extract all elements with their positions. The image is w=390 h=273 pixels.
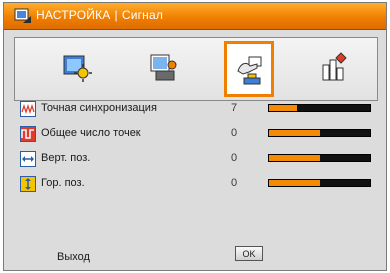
slider-fill bbox=[269, 155, 320, 161]
menu-title: НАСТРОЙКА | Сигнал bbox=[36, 8, 163, 22]
row-slider[interactable] bbox=[268, 179, 371, 187]
slider-fill bbox=[269, 130, 320, 136]
row-slider[interactable] bbox=[268, 154, 371, 162]
title-bar: НАСТРОЙКА | Сигнал bbox=[4, 3, 386, 30]
row-label: Гор. поз. bbox=[41, 177, 85, 189]
row-v-position[interactable]: Гор. поз. 0 bbox=[20, 176, 380, 192]
row-value: 0 bbox=[231, 177, 238, 189]
ok-button[interactable]: OK bbox=[235, 246, 263, 261]
row-value: 0 bbox=[231, 127, 238, 139]
row-label: Верт. поз. bbox=[41, 152, 91, 164]
slider-fill bbox=[269, 105, 298, 111]
row-label: Общее число точек bbox=[41, 127, 141, 139]
tab-options[interactable] bbox=[312, 42, 358, 96]
tab-setup[interactable] bbox=[224, 41, 274, 97]
menu-tabs bbox=[14, 37, 378, 101]
setup-hand-icon bbox=[237, 56, 262, 85]
osd-menu: НАСТРОЙКА | Сигнал Точная синхронизация … bbox=[3, 2, 387, 271]
row-phase[interactable]: Точная синхронизация 7 bbox=[20, 101, 380, 117]
options-icon bbox=[322, 52, 347, 81]
display-settings-icon bbox=[150, 54, 177, 81]
tab-display[interactable] bbox=[140, 42, 186, 96]
row-value: 7 bbox=[231, 102, 238, 114]
row-clock[interactable]: Общее число точек 0 bbox=[20, 126, 380, 142]
title-separator: | bbox=[114, 8, 118, 22]
menu-title-main: НАСТРОЙКА bbox=[36, 8, 111, 22]
row-h-position[interactable]: Верт. поз. 0 bbox=[20, 151, 380, 167]
row-value: 0 bbox=[231, 152, 238, 164]
row-slider[interactable] bbox=[268, 104, 371, 112]
tab-image[interactable] bbox=[54, 42, 100, 96]
setup-menu-icon bbox=[14, 8, 31, 23]
phase-icon bbox=[20, 101, 36, 117]
clock-icon bbox=[20, 126, 36, 142]
row-label: Точная синхронизация bbox=[41, 102, 157, 114]
horizontal-position-icon bbox=[20, 151, 36, 167]
vertical-position-icon bbox=[20, 176, 36, 192]
row-slider[interactable] bbox=[268, 129, 371, 137]
menu-title-sub: Сигнал bbox=[121, 8, 164, 22]
image-settings-icon bbox=[63, 55, 92, 82]
exit-label: Выход bbox=[57, 251, 90, 263]
slider-fill bbox=[269, 180, 320, 186]
